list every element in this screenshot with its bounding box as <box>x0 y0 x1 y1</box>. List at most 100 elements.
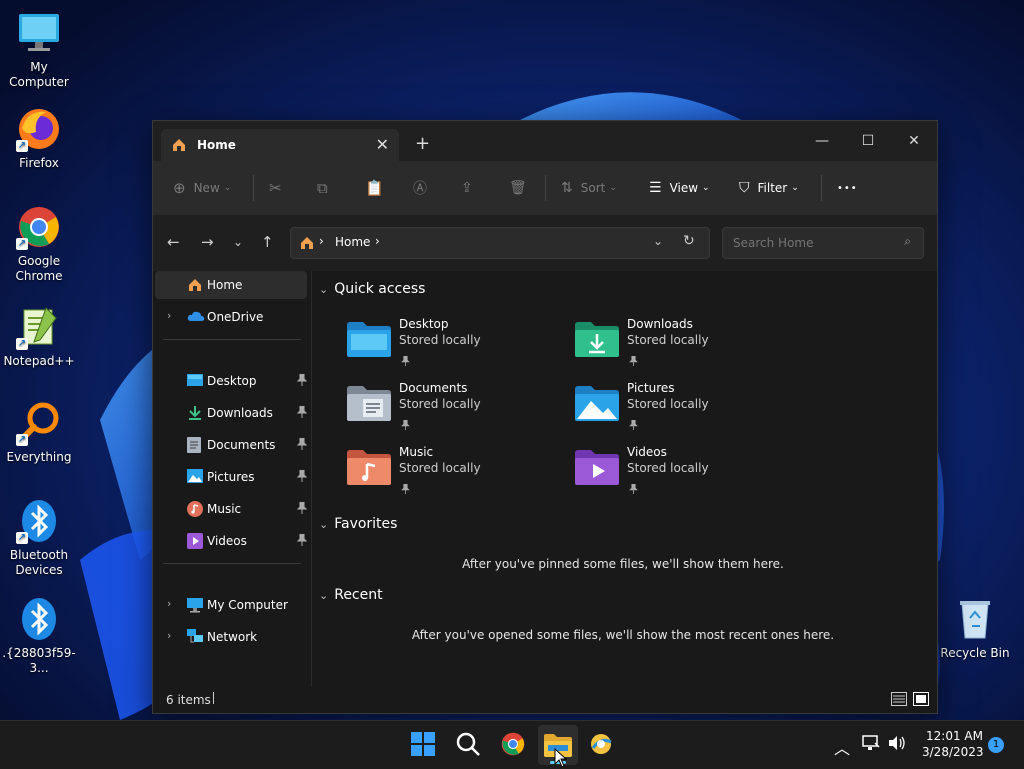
pin-icon[interactable] <box>296 437 308 453</box>
desktop-icon-recycle-bin[interactable]: Recycle Bin <box>936 596 1014 661</box>
chrome-icon[interactable] <box>500 731 528 759</box>
pin-icon[interactable] <box>296 533 308 549</box>
nav-item-documents[interactable]: Documents <box>155 431 308 459</box>
search-icon[interactable] <box>455 731 483 759</box>
search-box[interactable]: ⌕ <box>722 227 924 259</box>
desktop-icon-everything[interactable]: ↗ Everything <box>0 400 78 465</box>
quick-access-item-downloads[interactable]: Downloads Stored locally <box>541 315 761 375</box>
magnifier-icon: ↗ <box>16 400 62 446</box>
section-favorites[interactable]: ⌄ Favorites <box>319 516 397 532</box>
nav-label: My Computer <box>207 598 288 612</box>
clock-date[interactable]: 3/28/2023 <box>922 745 984 759</box>
bluetooth-icon: ↗ <box>16 498 62 544</box>
up-button[interactable]: ↑ <box>261 233 274 251</box>
pin-icon[interactable] <box>296 405 308 421</box>
delete-button[interactable]: 🗑 <box>509 161 527 215</box>
nav-item-desktop[interactable]: Desktop <box>155 367 308 395</box>
desktop-icon-my-computer[interactable]: My Computer <box>0 10 78 90</box>
address-dropdown-icon[interactable]: ⌄ <box>653 234 663 248</box>
nav-item-home[interactable]: Home <box>155 271 307 299</box>
file-explorer-window[interactable]: Home ✕ + — ☐ ✕ ⊕ New ⌄ ✂ ⧉ 📋 Ⓐ ⇪ 🗑 ⇅ Sor… <box>152 120 938 714</box>
chevron-right-icon[interactable]: › <box>167 309 171 322</box>
chevron-down-icon: ⌄ <box>319 589 329 602</box>
close-window-button[interactable]: ✕ <box>891 127 937 155</box>
pin-icon[interactable] <box>296 469 308 485</box>
section-title: Quick access <box>334 281 426 297</box>
show-hidden-icons-icon[interactable]: ︿ <box>834 735 850 759</box>
desktop-icon-bluetooth-guid[interactable]: .{28803f59-3... <box>0 596 78 676</box>
desktop-icon-bluetooth-devices[interactable]: ↗ Bluetooth Devices <box>0 498 78 578</box>
section-recent[interactable]: ⌄ Recent <box>319 587 383 603</box>
sort-button[interactable]: ⇅ Sort ⌄ <box>561 161 617 215</box>
bluetooth-icon <box>16 596 62 642</box>
refresh-icon[interactable]: ↻ <box>683 233 695 249</box>
quick-access-item-music[interactable]: Music Stored locally <box>313 443 533 503</box>
section-quick-access[interactable]: ⌄ Quick access <box>319 281 425 297</box>
sort-label: Sort <box>580 181 606 195</box>
download-arrow-icon <box>187 405 203 424</box>
desktop-icon-label: Firefox <box>19 156 59 170</box>
command-bar: ⊕ New ⌄ ✂ ⧉ 📋 Ⓐ ⇪ 🗑 ⇅ Sort ⌄ ☰ View ⌄ ⛉ … <box>153 161 937 216</box>
chevron-right-icon[interactable]: › <box>167 629 171 642</box>
quick-access-item-videos[interactable]: Videos Stored locally <box>541 443 761 503</box>
downloads-folder-icon <box>575 321 619 361</box>
network-tray-icon[interactable] <box>862 735 880 754</box>
filter-button[interactable]: ⛉ Filter ⌄ <box>739 161 799 215</box>
desktop-icon-google-chrome[interactable]: ↗ Google Chrome <box>0 204 78 284</box>
filter-label: Filter <box>757 181 788 195</box>
close-tab-icon[interactable]: ✕ <box>376 135 389 154</box>
share-button[interactable]: ⇪ <box>461 161 473 215</box>
new-button[interactable]: ⊕ New ⌄ <box>173 161 231 215</box>
copy-button[interactable]: ⧉ <box>317 161 328 215</box>
item-status: Stored locally <box>627 333 709 347</box>
notification-badge[interactable]: 1 <box>988 737 1004 753</box>
scissors-icon: ✂ <box>269 179 282 197</box>
quick-access-item-desktop[interactable]: Desktop Stored locally <box>313 315 533 375</box>
recent-locations-button[interactable]: ⌄ <box>233 235 243 249</box>
nav-item-onedrive[interactable]: › OneDrive <box>155 303 307 331</box>
rename-button[interactable]: Ⓐ <box>413 161 427 215</box>
notepad-plus-plus-icon: ↗ <box>16 304 62 350</box>
shortcut-arrow-icon: ↗ <box>16 532 28 544</box>
nav-label: Documents <box>207 438 276 452</box>
start-icon[interactable] <box>410 731 438 759</box>
address-bar[interactable]: › Home › ⌄ ↻ <box>290 227 710 259</box>
cut-button[interactable]: ✂ <box>269 161 282 215</box>
breadcrumb-home[interactable]: Home <box>335 235 370 249</box>
tiles-view-icon[interactable] <box>913 692 929 709</box>
desktop-icon-firefox[interactable]: ↗ Firefox <box>0 106 78 171</box>
search-input[interactable] <box>731 235 895 251</box>
pinned-app-icon[interactable] <box>588 731 616 759</box>
nav-label: Videos <box>207 534 247 548</box>
chrome-icon: ↗ <box>16 204 62 250</box>
more-options-button[interactable]: ••• <box>837 161 858 215</box>
pin-icon[interactable] <box>296 501 308 517</box>
maximize-button[interactable]: ☐ <box>845 127 891 155</box>
shortcut-arrow-icon: ↗ <box>16 434 28 446</box>
favorites-empty-message: After you've pinned some files, we'll sh… <box>462 557 784 571</box>
quick-access-item-pictures[interactable]: Pictures Stored locally <box>541 379 761 439</box>
speaker-icon[interactable] <box>888 735 906 754</box>
tab-home[interactable]: Home ✕ <box>161 129 399 161</box>
nav-item-videos[interactable]: Videos <box>155 527 308 555</box>
monitor-icon <box>187 597 203 616</box>
paste-button[interactable]: 📋 <box>365 161 384 215</box>
nav-item-music[interactable]: Music <box>155 495 308 523</box>
quick-access-item-documents[interactable]: Documents Stored locally <box>313 379 533 439</box>
details-view-icon[interactable] <box>891 692 907 709</box>
view-button[interactable]: ☰ View ⌄ <box>649 161 710 215</box>
title-bar[interactable]: Home ✕ + — ☐ ✕ <box>153 121 937 161</box>
nav-item-downloads[interactable]: Downloads <box>155 399 308 427</box>
nav-item-pictures[interactable]: Pictures <box>155 463 308 491</box>
item-status: Stored locally <box>399 461 481 475</box>
back-button[interactable]: ← <box>167 233 180 251</box>
chevron-right-icon[interactable]: › <box>167 597 171 610</box>
nav-item-my-computer[interactable]: › My Computer <box>155 591 307 619</box>
minimize-button[interactable]: — <box>799 127 845 155</box>
new-tab-button[interactable]: + <box>415 133 430 154</box>
pin-icon[interactable] <box>296 373 308 389</box>
desktop-icon-notepad-plus-plus[interactable]: ↗ Notepad++ <box>0 304 78 369</box>
nav-item-network[interactable]: › Network <box>155 623 307 651</box>
clock-time[interactable]: 12:01 AM <box>926 729 983 743</box>
forward-button[interactable]: → <box>201 233 214 251</box>
